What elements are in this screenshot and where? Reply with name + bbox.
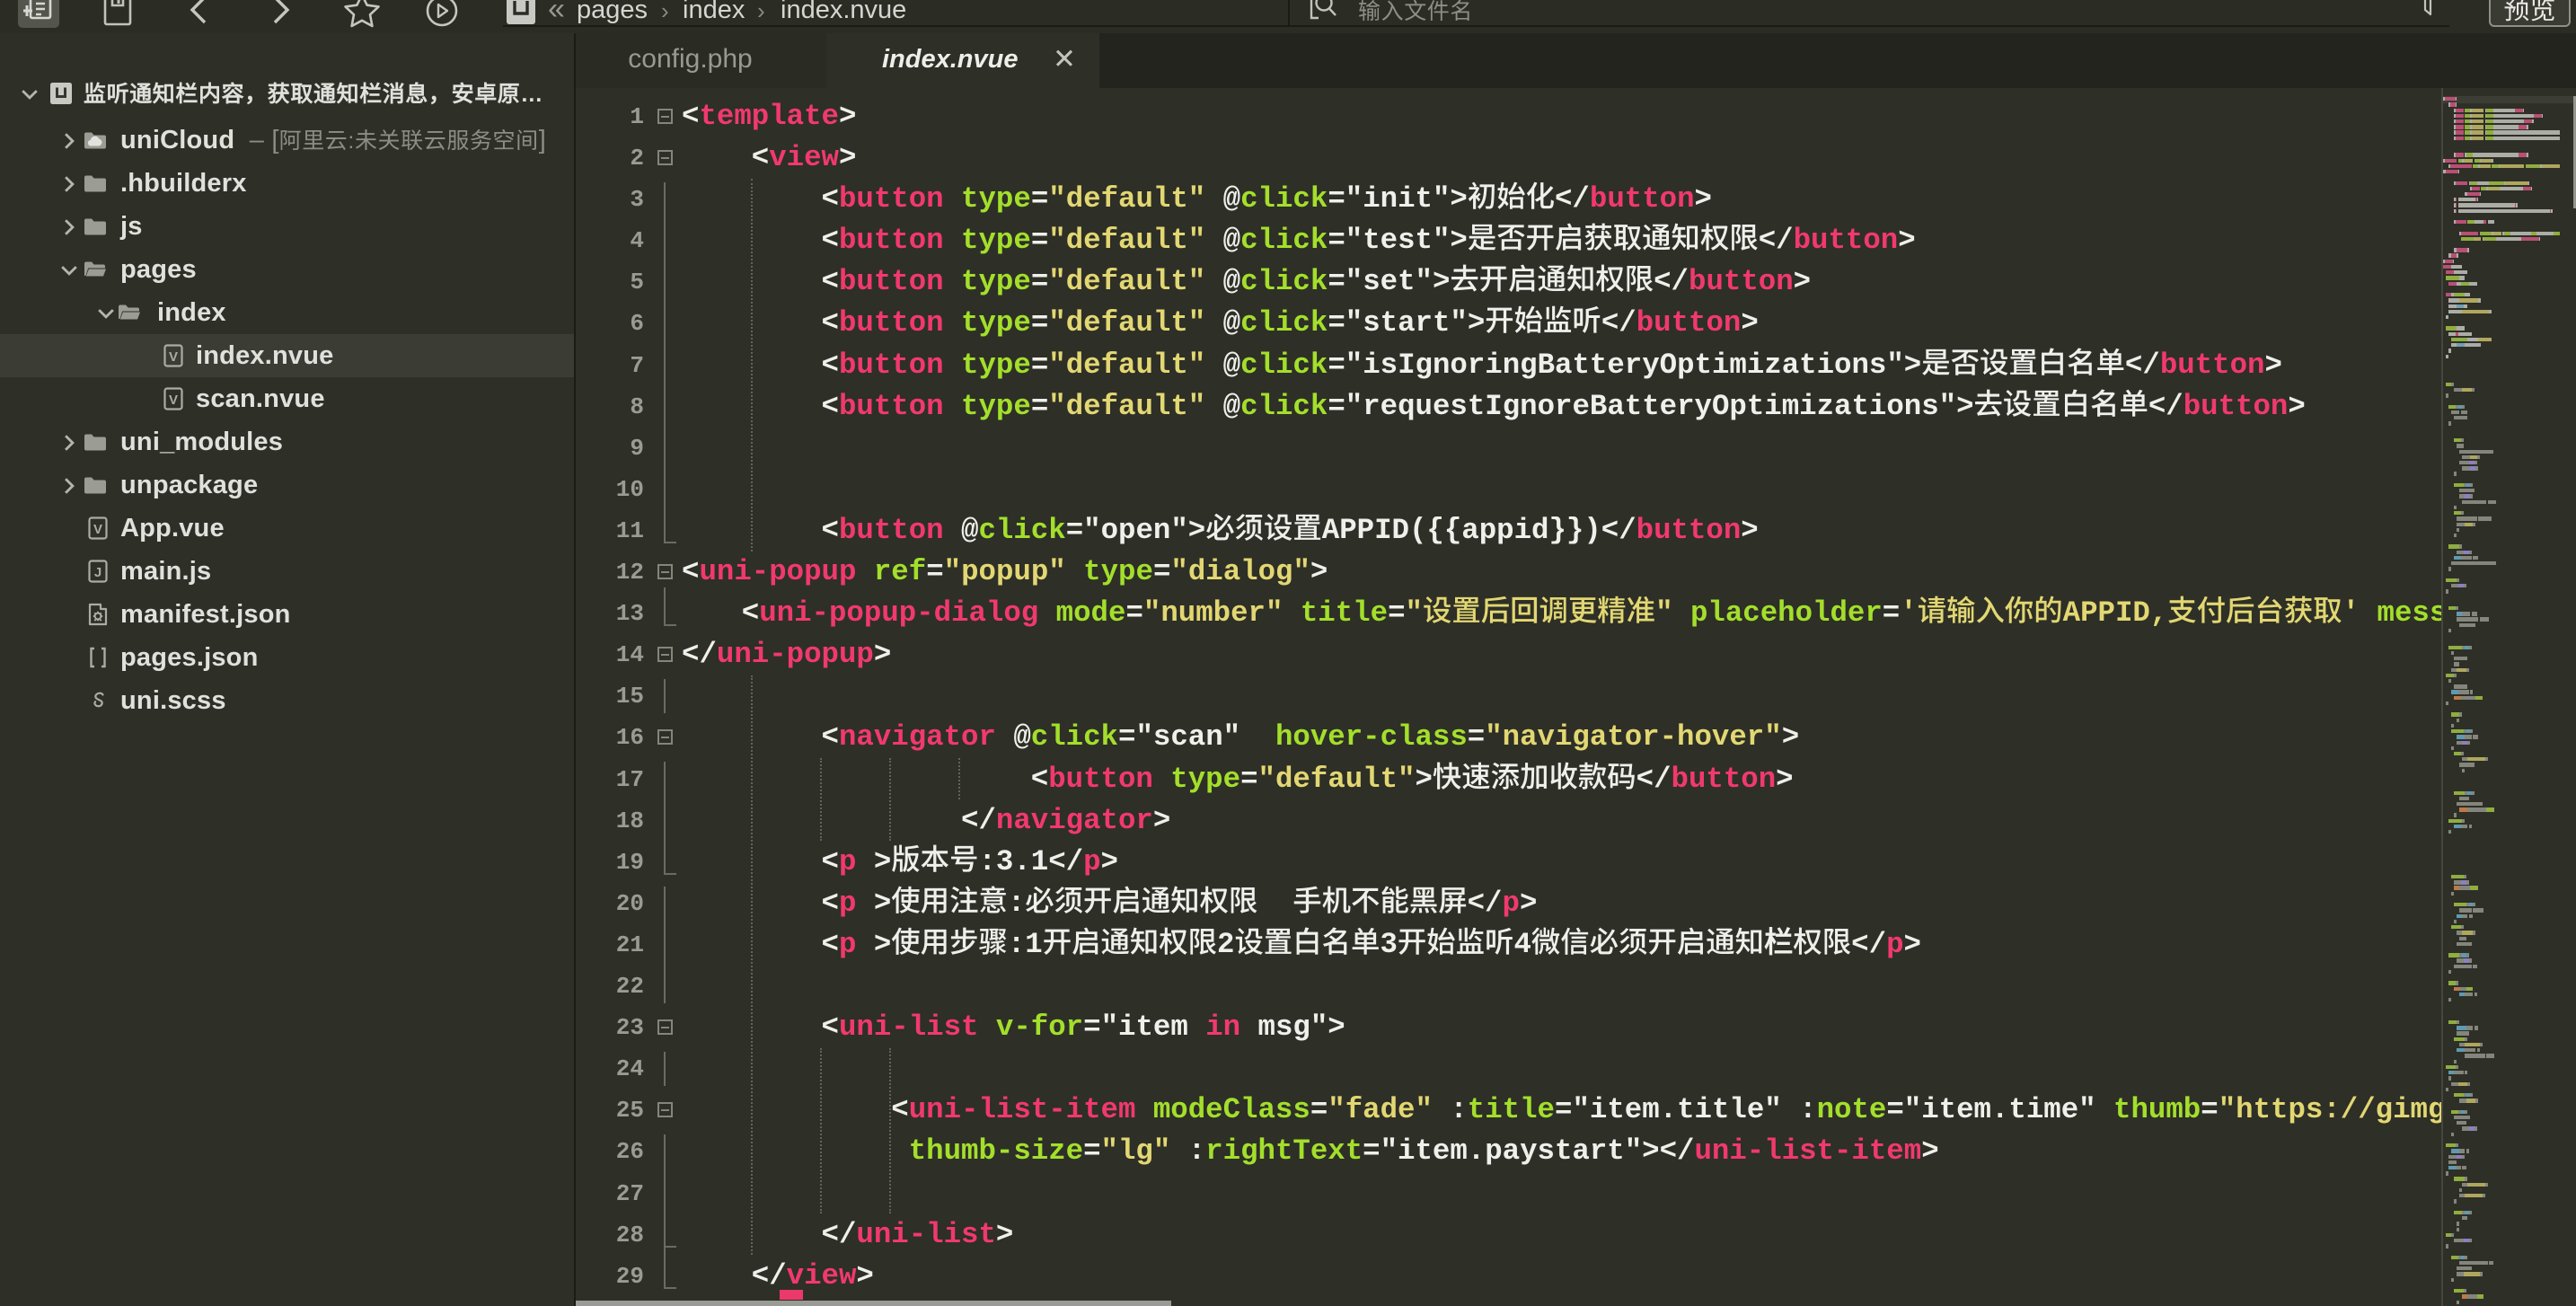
svg-text:V: V	[169, 349, 178, 365]
svg-text:V: V	[169, 393, 178, 408]
svg-text:V: V	[93, 522, 102, 537]
svg-text:J: J	[94, 565, 101, 580]
